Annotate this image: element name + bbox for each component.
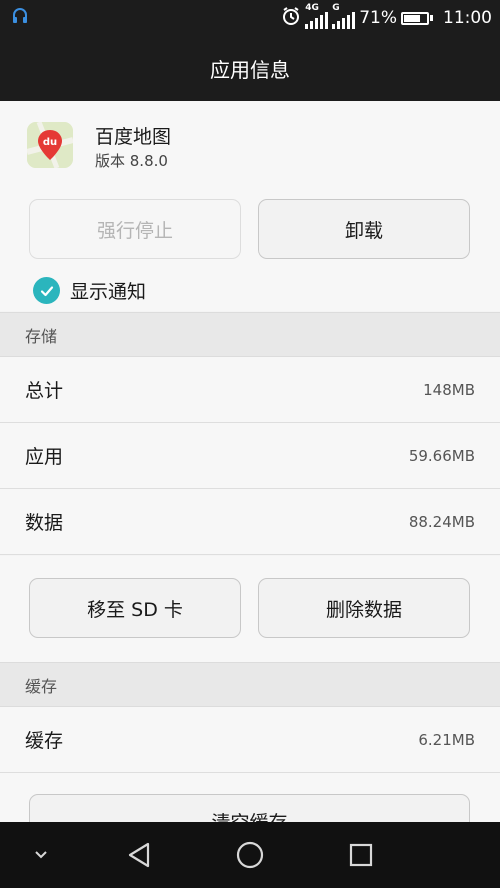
storage-section-header: 存储 — [0, 312, 500, 357]
row-value: 148MB — [423, 380, 475, 399]
storage-row-app: 应用 59.66MB — [0, 423, 500, 489]
battery-fill — [404, 14, 420, 22]
clear-cache-label: 清空缓存 — [211, 811, 288, 824]
app-name: 百度地图 — [95, 126, 172, 148]
cache-section-title: 缓存 — [25, 676, 58, 696]
app-bar: 应用信息 — [0, 36, 500, 101]
status-bar: 4G G 71% 11:00 — [0, 0, 500, 36]
row-value: 6.21MB — [418, 730, 475, 749]
row-label: 应用 — [25, 446, 64, 468]
move-to-sd-button[interactable]: 移至 SD 卡 — [29, 578, 241, 638]
battery-percent: 71% — [359, 8, 397, 28]
network-label-4g: 4G — [305, 3, 319, 13]
clear-cache-button[interactable]: 清空缓存 — [29, 794, 470, 823]
home-icon[interactable] — [234, 822, 266, 888]
app-icon-text: du — [43, 137, 57, 148]
row-value: 88.24MB — [408, 512, 475, 531]
show-notifications-toggle[interactable]: 显示通知 — [33, 277, 146, 304]
app-version: 版本 8.8.0 — [95, 152, 168, 170]
checkmark-icon[interactable] — [33, 277, 60, 304]
back-icon[interactable] — [124, 822, 154, 888]
cache-actions: 清空缓存 — [0, 773, 500, 823]
alarm-icon — [281, 6, 301, 31]
headset-notification-icon — [10, 6, 30, 30]
row-label: 缓存 — [25, 730, 64, 752]
battery-icon — [401, 11, 433, 25]
clear-data-button[interactable]: 删除数据 — [258, 578, 470, 638]
storage-row-total: 总计 148MB — [0, 357, 500, 423]
navigation-bar — [0, 822, 500, 888]
chevron-down-icon[interactable] — [26, 822, 56, 888]
row-label: 总计 — [25, 380, 64, 402]
clock: 11:00 — [443, 8, 492, 28]
storage-row-data: 数据 88.24MB — [0, 489, 500, 555]
storage-section-title: 存储 — [25, 326, 58, 346]
row-label: 数据 — [25, 512, 64, 534]
recents-icon[interactable] — [346, 822, 376, 888]
signal-4g-icon: 4G — [305, 3, 329, 29]
uninstall-button[interactable]: 卸载 — [258, 199, 470, 259]
force-stop-button[interactable]: 强行停止 — [29, 199, 241, 259]
show-notifications-label: 显示通知 — [70, 281, 147, 303]
cache-row: 缓存 6.21MB — [0, 707, 500, 773]
baidu-maps-app-icon: du — [27, 122, 73, 168]
row-value: 59.66MB — [408, 446, 475, 465]
cache-section-header: 缓存 — [0, 662, 500, 707]
page-title: 应用信息 — [210, 58, 290, 82]
signal-g-icon: G — [332, 3, 356, 29]
network-label-g: G — [332, 3, 340, 13]
